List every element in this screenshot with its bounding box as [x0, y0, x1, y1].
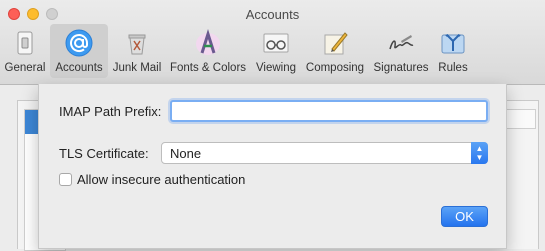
glasses-icon — [263, 33, 289, 53]
ok-button[interactable]: OK — [441, 206, 488, 227]
tab-rules[interactable]: Rules — [434, 24, 472, 78]
imap-path-prefix-input[interactable] — [170, 100, 488, 122]
tls-certificate-value: None — [170, 146, 202, 161]
tab-signatures-label: Signatures — [373, 62, 429, 74]
trash-bin-icon — [128, 34, 146, 55]
title-bar: Accounts General Accounts Junk Mail Font… — [0, 0, 545, 85]
tab-composing-label: Composing — [305, 62, 365, 74]
switch-icon — [17, 31, 33, 55]
tab-viewing-label: Viewing — [255, 62, 297, 74]
tab-junk-mail[interactable]: Junk Mail — [110, 24, 164, 78]
tab-accounts[interactable]: Accounts — [50, 24, 108, 78]
tab-fonts-colors[interactable]: Fonts & Colors — [166, 24, 250, 78]
tab-general[interactable]: General — [2, 24, 48, 78]
pencil-paper-icon — [324, 32, 348, 55]
tab-viewing[interactable]: Viewing — [252, 24, 300, 78]
tab-general-label: General — [4, 62, 46, 74]
allow-insecure-auth-label: Allow insecure authentication — [77, 172, 246, 187]
signature-icon — [389, 35, 414, 50]
tab-signatures[interactable]: Signatures — [370, 24, 432, 78]
advanced-settings-sheet: IMAP Path Prefix: TLS Certificate: None … — [38, 84, 507, 249]
tab-junk-mail-label: Junk Mail — [112, 62, 162, 74]
tab-fonts-colors-label: Fonts & Colors — [169, 62, 247, 74]
at-sign-icon — [65, 29, 93, 57]
font-a-icon — [196, 29, 220, 55]
window-title: Accounts — [245, 7, 300, 22]
imap-path-prefix-label: IMAP Path Prefix: — [59, 104, 162, 119]
tab-accounts-label: Accounts — [55, 62, 103, 74]
chevron-updown-icon: ▲ ▼ — [471, 142, 488, 164]
tls-certificate-label: TLS Certificate: — [59, 146, 149, 161]
tab-rules-label: Rules — [438, 62, 468, 74]
tab-composing[interactable]: Composing — [302, 24, 368, 78]
allow-insecure-auth-checkbox[interactable] — [59, 173, 72, 186]
preferences-toolbar: General Accounts Junk Mail Fonts & Color… — [0, 24, 545, 80]
rules-icon — [441, 34, 465, 54]
preferences-window: Accounts General Accounts Junk Mail Font… — [0, 0, 545, 251]
tls-certificate-select[interactable]: None ▲ ▼ — [161, 142, 488, 164]
